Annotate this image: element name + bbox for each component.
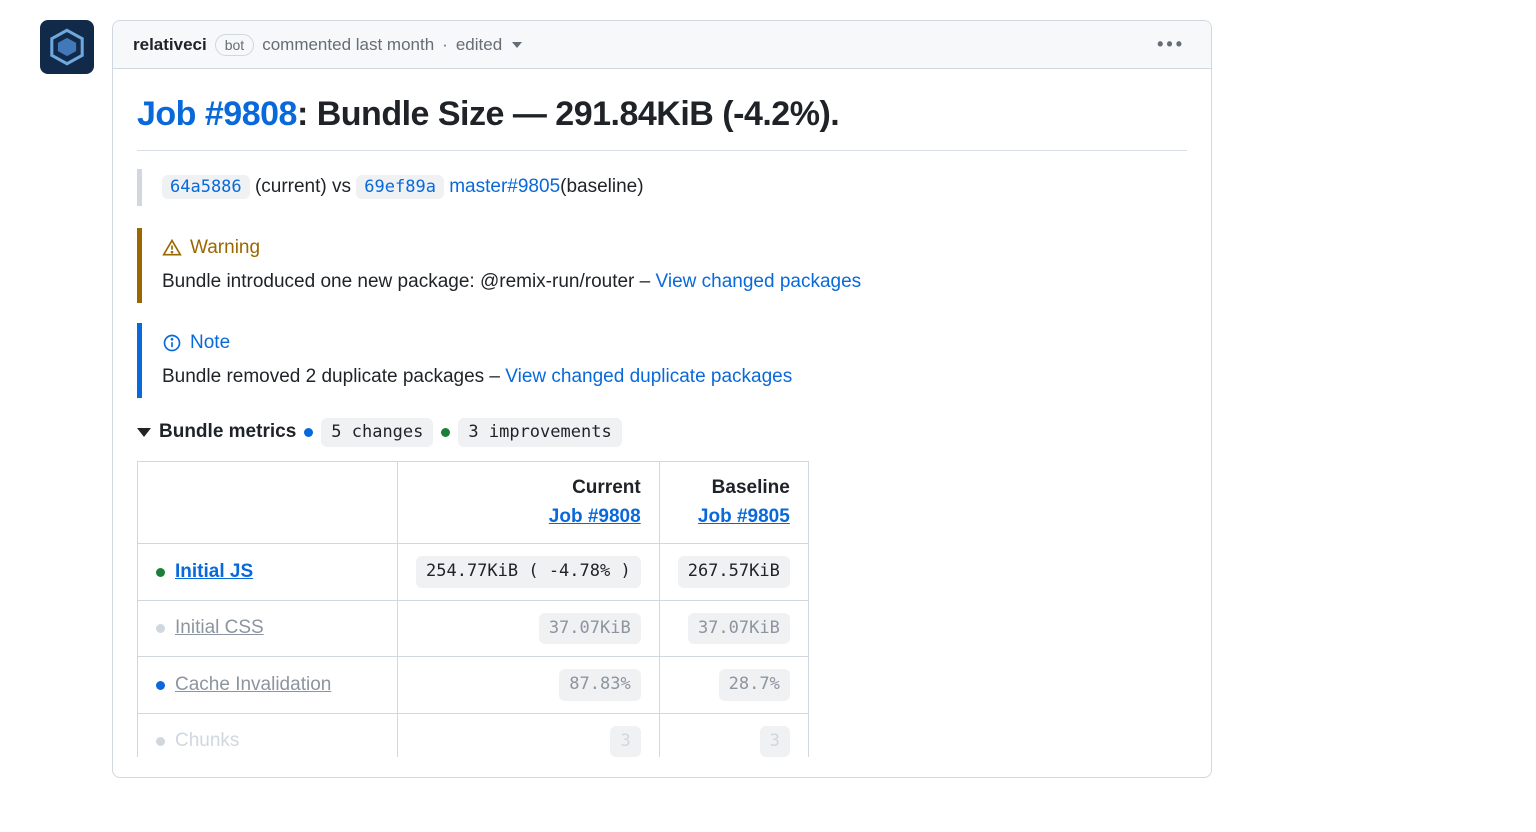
metric-name-link[interactable]: Cache Invalidation — [175, 674, 331, 695]
current-commit-hash[interactable]: 64a5886 — [162, 175, 250, 199]
bundle-metrics-label: Bundle metrics — [159, 418, 296, 447]
vs-text: vs — [332, 176, 351, 197]
author-link[interactable]: relativeci — [133, 32, 207, 58]
title: Job #9808: Bundle Size — 291.84KiB (-4.2… — [137, 89, 1187, 151]
metric-name-link[interactable]: Initial JS — [175, 561, 253, 582]
warning-head-text: Warning — [190, 234, 260, 263]
dot-icon — [304, 428, 313, 437]
bundle-metrics-summary[interactable]: Bundle metrics 5 changes 3 improvements — [137, 418, 1187, 448]
hexagon-logo-icon — [48, 28, 86, 66]
dot-icon — [441, 428, 450, 437]
table-header-current: Current Job #9808 — [398, 462, 660, 544]
dot-icon — [156, 624, 165, 633]
metric-current-value: 3 — [610, 726, 640, 758]
edited-text[interactable]: edited — [456, 32, 502, 58]
baseline-job-link[interactable]: Job #9805 — [698, 506, 790, 527]
table-body: Initial JS 254.77KiB ( -4.78% ) 267.57Ki… — [138, 544, 809, 758]
note-alert: Note Bundle removed 2 duplicate packages… — [137, 323, 1187, 398]
comment-body: Job #9808: Bundle Size — 291.84KiB (-4.2… — [113, 69, 1211, 777]
table-header-empty — [138, 462, 398, 544]
metric-current-value: 254.77KiB ( -4.78% ) — [416, 556, 641, 588]
warning-alert: Warning Bundle introduced one new packag… — [137, 228, 1187, 303]
baseline-label: (baseline) — [560, 176, 643, 197]
metric-baseline-value: 37.07KiB — [688, 613, 790, 645]
metric-baseline-value: 267.57KiB — [678, 556, 790, 588]
table-header-baseline: Baseline Job #9805 — [659, 462, 808, 544]
dot-icon — [156, 568, 165, 577]
bundle-metrics-table: Current Job #9808 Baseline Job #9805 Ini… — [137, 461, 809, 757]
changes-pill: 5 changes — [321, 418, 433, 448]
note-body-text: Bundle removed 2 duplicate packages – — [162, 366, 505, 387]
view-changed-packages-link[interactable]: View changed packages — [656, 271, 862, 292]
note-head-text: Note — [190, 329, 230, 358]
chevron-down-icon[interactable] — [512, 42, 522, 48]
metric-name-link[interactable]: Chunks — [175, 730, 239, 751]
commented-text: commented last month — [262, 32, 434, 58]
improvements-pill: 3 improvements — [458, 418, 621, 448]
warning-body-text: Bundle introduced one new package: @remi… — [162, 271, 656, 292]
job-link[interactable]: Job #9808 — [137, 95, 297, 133]
table-row: Initial JS 254.77KiB ( -4.78% ) 267.57Ki… — [138, 544, 809, 601]
warning-icon — [162, 238, 182, 258]
dot-icon — [156, 737, 165, 746]
comment-card: relativeci bot commented last month · ed… — [112, 20, 1212, 778]
comment-header: relativeci bot commented last month · ed… — [113, 21, 1211, 69]
baseline-branch-link[interactable]: master#9805 — [449, 176, 560, 197]
bot-badge: bot — [215, 34, 254, 56]
metric-baseline-value: 3 — [760, 726, 790, 758]
metric-current-value: 87.83% — [559, 669, 640, 701]
info-icon — [162, 333, 182, 353]
current-label: (current) — [255, 176, 327, 197]
baseline-commit-hash[interactable]: 69ef89a — [356, 175, 444, 199]
title-rest: : Bundle Size — 291.84KiB (-4.2%). — [297, 95, 839, 133]
current-job-link[interactable]: Job #9808 — [549, 506, 641, 527]
view-duplicate-packages-link[interactable]: View changed duplicate packages — [505, 366, 792, 387]
separator-dot: · — [442, 32, 448, 58]
dot-icon — [156, 681, 165, 690]
metric-name-link[interactable]: Initial CSS — [175, 617, 264, 638]
avatar[interactable] — [40, 20, 94, 74]
disclosure-caret-icon[interactable] — [137, 428, 151, 437]
metric-baseline-value: 28.7% — [719, 669, 790, 701]
table-row: Chunks 3 3 — [138, 713, 809, 757]
table-row: Initial CSS 37.07KiB 37.07KiB — [138, 600, 809, 657]
kebab-menu[interactable]: ••• — [1151, 31, 1191, 58]
table-row: Cache Invalidation 87.83% 28.7% — [138, 657, 809, 714]
fade-overlay — [0, 792, 1536, 832]
metric-current-value: 37.07KiB — [539, 613, 641, 645]
compare-block: 64a5886 (current) vs 69ef89a master#9805… — [137, 169, 1187, 206]
